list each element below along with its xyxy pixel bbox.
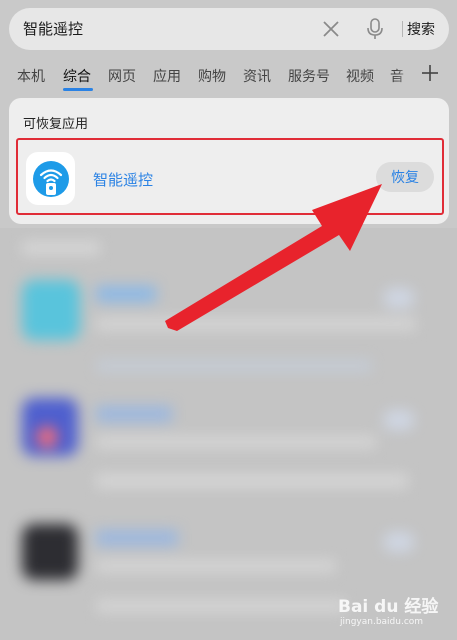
tab-video[interactable]: 视频 — [346, 66, 374, 86]
blurred-search-results — [0, 228, 457, 640]
tab-web[interactable]: 网页 — [108, 66, 136, 86]
category-tabs: 本机 综合 网页 应用 购物 资讯 服务号 视频 音 — [0, 58, 457, 92]
remote-control-icon — [32, 160, 69, 197]
restore-button[interactable]: 恢复 — [376, 162, 434, 192]
recoverable-apps-card: 可恢复应用 智能遥控 恢复 — [9, 98, 449, 224]
app-name-link[interactable]: 智能遥控 — [93, 169, 153, 190]
tab-shopping[interactable]: 购物 — [198, 66, 226, 86]
add-tab-icon[interactable] — [421, 64, 439, 82]
watermark-brand: Bai du 经验 — [338, 597, 439, 617]
tab-general[interactable]: 综合 — [63, 66, 91, 86]
close-icon[interactable] — [321, 19, 341, 39]
baidu-jingyan-watermark: Bai du 经验 jingyan.baidu.com — [338, 592, 453, 636]
active-tab-indicator — [63, 88, 93, 91]
tab-service[interactable]: 服务号 — [288, 66, 330, 86]
search-divider — [402, 21, 403, 37]
search-button[interactable]: 搜索 — [407, 19, 435, 39]
tab-apps[interactable]: 应用 — [153, 66, 181, 86]
tab-local[interactable]: 本机 — [17, 66, 45, 86]
search-bar[interactable]: 智能遥控 搜索 — [9, 8, 449, 50]
search-input[interactable]: 智能遥控 — [23, 18, 83, 39]
watermark-url: jingyan.baidu.com — [340, 617, 424, 627]
remote-control-app-icon[interactable] — [26, 152, 75, 205]
tab-news[interactable]: 资讯 — [243, 66, 271, 86]
tab-music[interactable]: 音 — [390, 66, 412, 86]
microphone-icon[interactable] — [365, 17, 385, 41]
card-title: 可恢复应用 — [23, 117, 89, 132]
